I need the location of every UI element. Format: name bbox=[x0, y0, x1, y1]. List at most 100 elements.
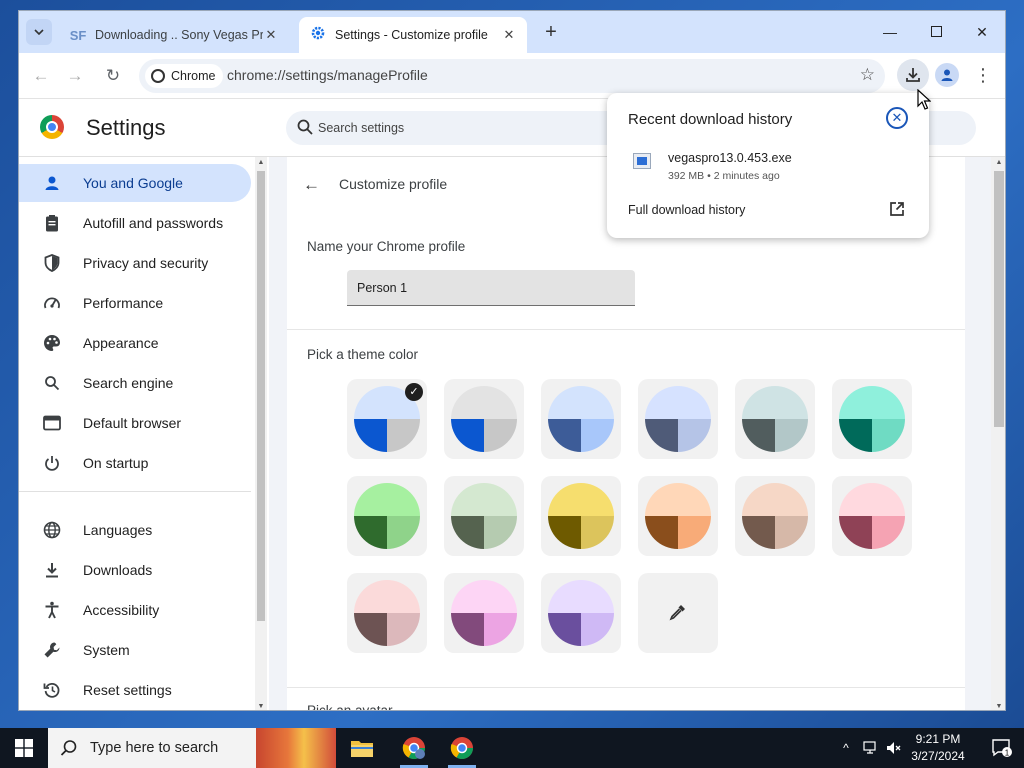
theme-color-swatch[interactable] bbox=[444, 573, 524, 653]
sidebar-divider bbox=[19, 491, 251, 492]
tab-settings[interactable]: Settings - Customize profile ✕ bbox=[299, 17, 527, 53]
theme-color-swatch[interactable] bbox=[541, 379, 621, 459]
chrome-menu-button[interactable]: ⋮ bbox=[971, 61, 995, 89]
custom-color-swatch[interactable] bbox=[638, 573, 718, 653]
news-widget-icon[interactable] bbox=[256, 728, 336, 768]
sidebar-scrollbar[interactable]: ▲ ▼ bbox=[255, 157, 267, 710]
chrome-profile-taskbar-icon[interactable] bbox=[390, 728, 438, 768]
sidebar-item-reset[interactable]: Reset settings bbox=[19, 671, 251, 709]
sidebar-item-label: Downloads bbox=[83, 562, 153, 578]
profile-button[interactable] bbox=[935, 63, 959, 87]
full-download-history-link[interactable]: Full download history bbox=[628, 203, 745, 217]
forward-button[interactable]: → bbox=[61, 62, 89, 90]
theme-color-label: Pick a theme color bbox=[307, 347, 419, 362]
sidebar-item-languages[interactable]: Languages bbox=[19, 511, 251, 549]
theme-swatch-graphic bbox=[354, 483, 420, 549]
theme-color-swatch[interactable] bbox=[444, 379, 524, 459]
url-text[interactable]: chrome://settings/manageProfile bbox=[227, 67, 428, 83]
settings-sidebar: You and Google Autofill and passwords Pr… bbox=[19, 157, 269, 710]
scroll-up-arrow-icon[interactable]: ▲ bbox=[991, 159, 1005, 166]
theme-color-swatch[interactable] bbox=[735, 379, 815, 459]
theme-color-swatch[interactable] bbox=[444, 476, 524, 556]
theme-color-swatch[interactable] bbox=[638, 476, 718, 556]
address-bar[interactable]: Chrome chrome://settings/manageProfile ☆ bbox=[139, 59, 885, 93]
sidebar-item-appearance[interactable]: Appearance bbox=[19, 324, 251, 362]
sidebar-item-autofill[interactable]: Autofill and passwords bbox=[19, 204, 251, 242]
site-info-chip[interactable]: Chrome bbox=[145, 64, 224, 88]
sidebar-item-privacy[interactable]: Privacy and security bbox=[19, 244, 251, 282]
person-icon bbox=[41, 173, 63, 193]
selected-check-icon: ✓ bbox=[405, 383, 423, 401]
taskbar-search-box[interactable]: Type here to search bbox=[48, 728, 256, 768]
scrollbar-thumb[interactable] bbox=[994, 171, 1004, 427]
sidebar-item-system[interactable]: System bbox=[19, 631, 251, 669]
avatar-label: Pick an avatar bbox=[307, 703, 393, 711]
theme-color-swatch[interactable] bbox=[638, 379, 718, 459]
windows-logo-icon bbox=[15, 739, 33, 757]
scroll-up-arrow-icon[interactable]: ▲ bbox=[255, 159, 267, 166]
clock-time: 9:21 PM bbox=[915, 732, 961, 746]
minimize-button[interactable]: — bbox=[867, 17, 913, 47]
new-tab-button[interactable]: + bbox=[539, 21, 563, 45]
theme-color-swatch[interactable] bbox=[347, 573, 427, 653]
sidebar-item-default-browser[interactable]: Default browser bbox=[19, 404, 251, 442]
notification-count: 1 bbox=[1005, 748, 1010, 757]
close-icon[interactable]: ✕ bbox=[886, 107, 908, 129]
download-file-name[interactable]: vegaspro13.0.453.exe bbox=[668, 151, 792, 165]
theme-color-swatch[interactable]: ✓ bbox=[347, 379, 427, 459]
page-title: Settings bbox=[86, 115, 166, 140]
chevron-up-icon[interactable]: ^ bbox=[836, 728, 856, 768]
maximize-button[interactable] bbox=[913, 17, 959, 47]
theme-color-swatch[interactable] bbox=[541, 476, 621, 556]
sidebar-item-search-engine[interactable]: Search engine bbox=[19, 364, 251, 402]
start-button[interactable] bbox=[0, 728, 48, 768]
theme-color-swatch[interactable] bbox=[347, 476, 427, 556]
file-explorer-icon[interactable] bbox=[338, 728, 386, 768]
chrome-taskbar-icon[interactable] bbox=[438, 728, 486, 768]
notification-icon: 1 bbox=[992, 739, 1012, 757]
sidebar-item-label: Accessibility bbox=[83, 602, 160, 618]
open-in-new-icon[interactable] bbox=[889, 201, 905, 217]
theme-swatch-graphic bbox=[839, 386, 905, 452]
tab-close-icon[interactable]: ✕ bbox=[263, 27, 279, 43]
sidebar-item-label: Autofill and passwords bbox=[83, 215, 224, 231]
tab-title: Downloading .. Sony Vegas Pro bbox=[95, 28, 263, 42]
downloads-button[interactable] bbox=[897, 59, 929, 91]
notification-center-button[interactable]: 1 bbox=[980, 728, 1024, 768]
tab-close-icon[interactable]: ✕ bbox=[501, 27, 517, 43]
reload-button[interactable]: ↻ bbox=[99, 62, 127, 90]
back-button[interactable]: ← bbox=[27, 62, 55, 90]
theme-color-swatch[interactable] bbox=[832, 476, 912, 556]
scroll-down-arrow-icon[interactable]: ▼ bbox=[255, 703, 267, 710]
theme-color-swatch[interactable] bbox=[541, 573, 621, 653]
scroll-down-arrow-icon[interactable]: ▼ bbox=[991, 703, 1005, 710]
theme-color-swatch[interactable] bbox=[735, 476, 815, 556]
gauge-icon bbox=[41, 293, 63, 313]
sidebar-item-label: Appearance bbox=[83, 335, 159, 351]
sf-favicon-icon: SF bbox=[69, 27, 87, 43]
sidebar-item-label: Search engine bbox=[83, 375, 174, 391]
sidebar-item-label: Default browser bbox=[83, 415, 182, 431]
sidebar-item-label: Reset settings bbox=[83, 682, 172, 698]
sidebar-item-downloads[interactable]: Downloads bbox=[19, 551, 251, 589]
tab-strip: SF Downloading .. Sony Vegas Pro ✕ Setti… bbox=[19, 11, 1005, 53]
sidebar-item-you-and-google[interactable]: You and Google bbox=[19, 164, 251, 202]
tab-downloading[interactable]: SF Downloading .. Sony Vegas Pro ✕ bbox=[59, 17, 289, 53]
tab-search-button[interactable] bbox=[26, 19, 52, 45]
taskbar-clock[interactable]: 9:21 PM 3/27/2024 bbox=[898, 731, 978, 765]
main-scrollbar[interactable]: ▲ ▼ bbox=[991, 157, 1005, 710]
sidebar-item-performance[interactable]: Performance bbox=[19, 284, 251, 322]
theme-color-swatch[interactable] bbox=[832, 379, 912, 459]
sidebar-item-accessibility[interactable]: Accessibility bbox=[19, 591, 251, 629]
bookmark-star-icon[interactable]: ☆ bbox=[860, 65, 875, 85]
theme-swatch-graphic bbox=[451, 483, 517, 549]
sidebar-item-on-startup[interactable]: On startup bbox=[19, 444, 251, 482]
profile-name-input[interactable] bbox=[347, 270, 635, 306]
network-icon[interactable] bbox=[860, 728, 882, 768]
browser-icon bbox=[41, 413, 63, 433]
profile-name-label: Name your Chrome profile bbox=[307, 239, 466, 254]
sidebar-item-label: Performance bbox=[83, 295, 164, 311]
back-arrow-icon[interactable]: ← bbox=[303, 175, 320, 195]
close-window-button[interactable]: ✕ bbox=[959, 17, 1005, 47]
scrollbar-thumb[interactable] bbox=[257, 171, 265, 621]
